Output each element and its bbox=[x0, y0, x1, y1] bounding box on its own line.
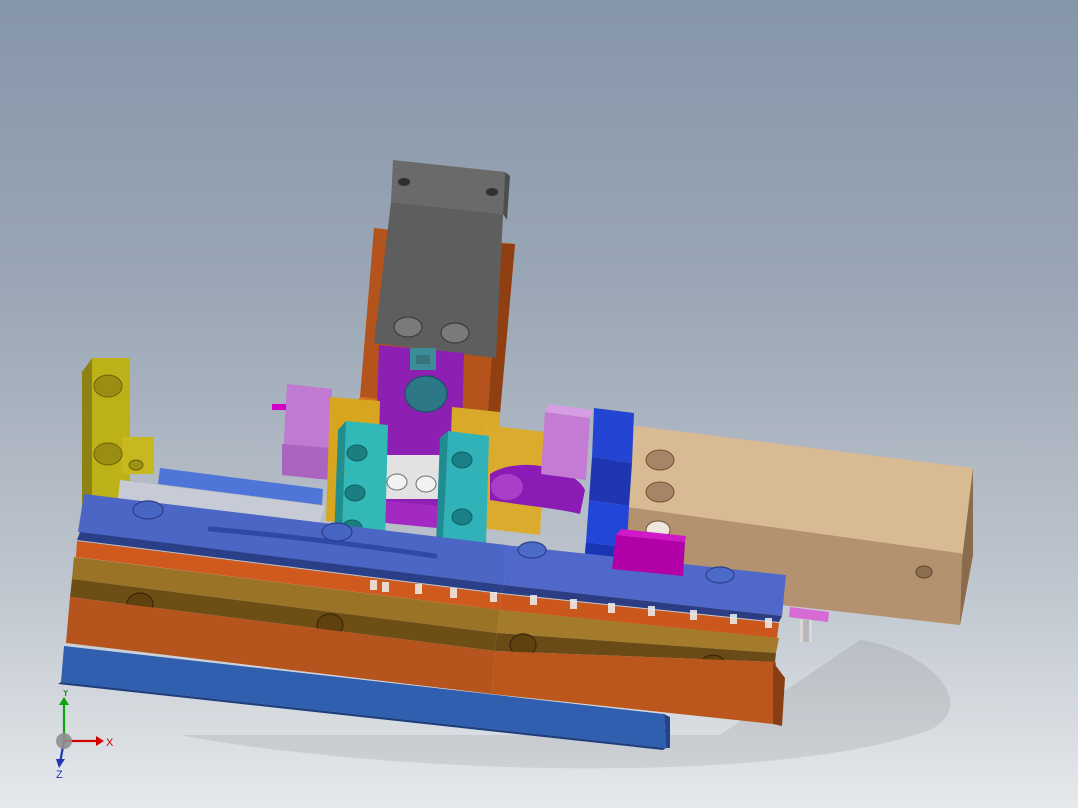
hole-icon bbox=[128, 459, 144, 471]
hole-icon bbox=[393, 316, 423, 338]
screw-icon bbox=[415, 475, 437, 493]
magenta-block[interactable] bbox=[612, 529, 686, 576]
violet-right-block[interactable] bbox=[541, 404, 593, 480]
pink-clip[interactable] bbox=[789, 607, 829, 642]
hole-icon bbox=[321, 522, 353, 542]
screw-icon bbox=[486, 188, 498, 196]
gray-top-block[interactable] bbox=[374, 160, 510, 358]
cad-viewport[interactable]: Y X Z bbox=[0, 0, 1078, 808]
y-axis-label: Y bbox=[62, 690, 70, 699]
fixture-assembly-model[interactable] bbox=[0, 0, 1078, 808]
hole-icon bbox=[93, 442, 123, 466]
screw-icon bbox=[451, 451, 473, 469]
coordinate-triad: Y X Z bbox=[56, 690, 114, 780]
teal-block-right[interactable] bbox=[436, 431, 489, 545]
violet-left-block[interactable] bbox=[272, 384, 332, 480]
screw-icon bbox=[346, 444, 368, 462]
z-axis-label: Z bbox=[56, 769, 63, 780]
hole-icon bbox=[132, 500, 164, 520]
hole-icon bbox=[93, 374, 123, 398]
hole-icon bbox=[517, 541, 547, 559]
screw-icon bbox=[398, 178, 410, 186]
screw-icon bbox=[344, 484, 366, 502]
hole-icon bbox=[705, 566, 735, 584]
hole-icon bbox=[915, 565, 933, 579]
hole-icon bbox=[440, 322, 470, 344]
screw-icon bbox=[386, 473, 408, 491]
screw-icon bbox=[451, 508, 473, 526]
hole-icon bbox=[645, 481, 675, 503]
x-axis-label: X bbox=[106, 737, 114, 749]
hole-icon bbox=[645, 449, 675, 471]
